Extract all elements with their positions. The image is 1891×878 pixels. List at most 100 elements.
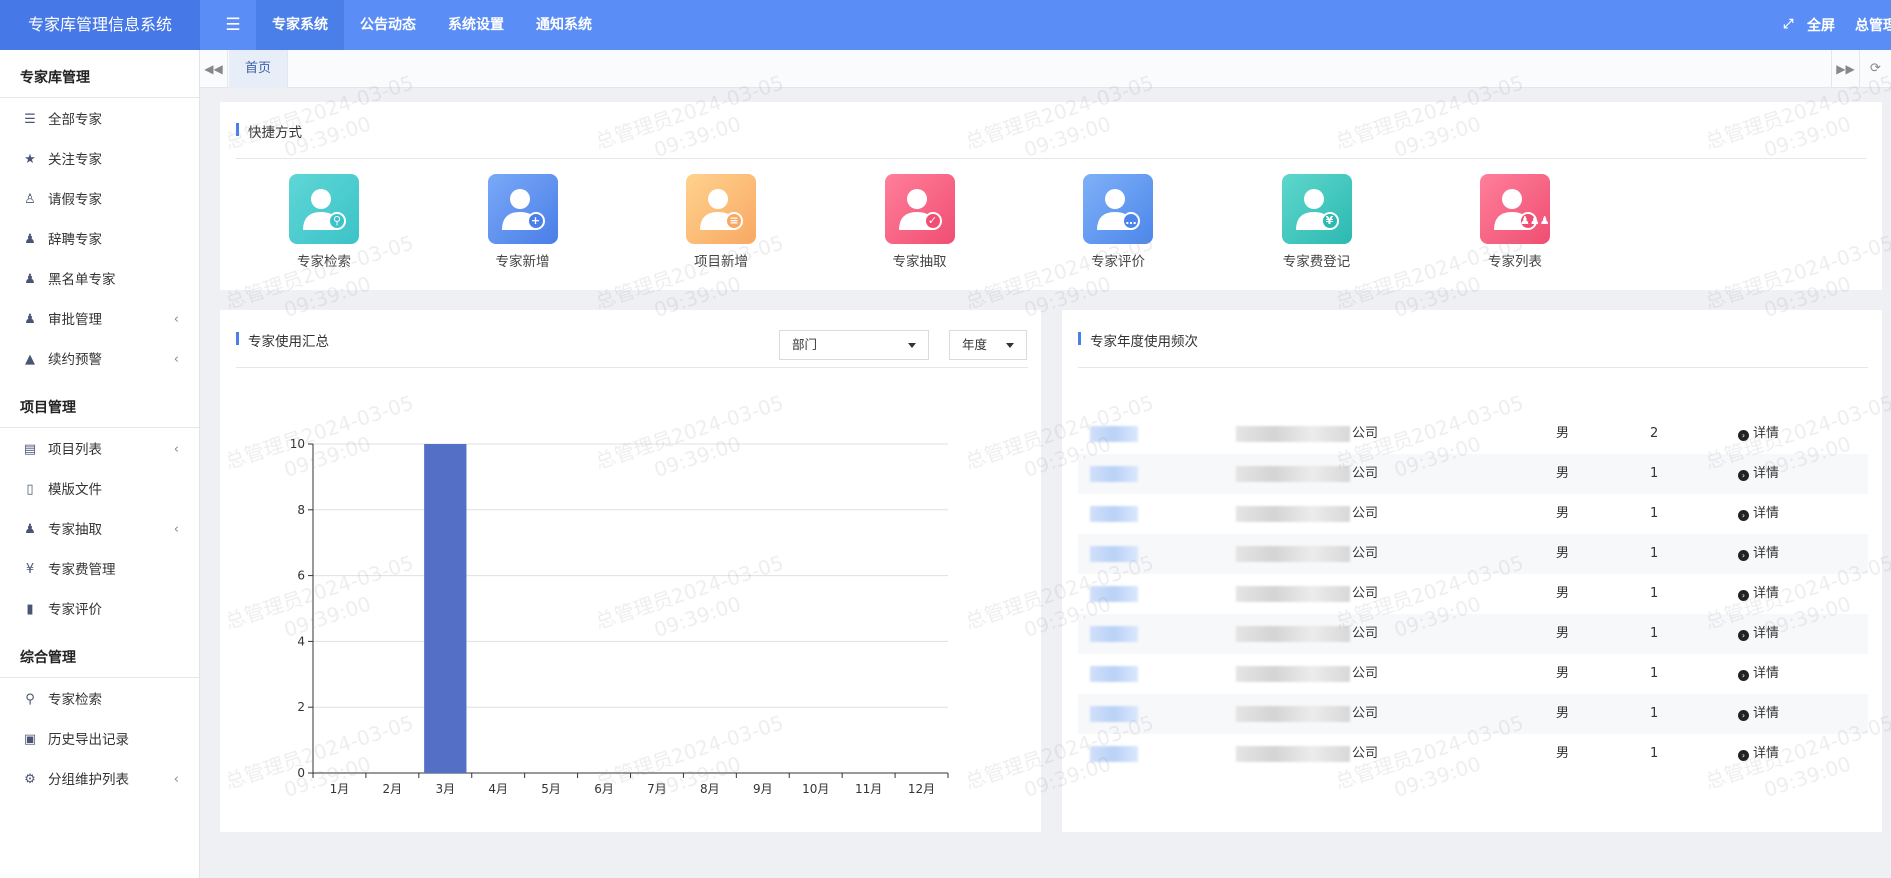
company-suffix: 公司 bbox=[1352, 506, 1379, 521]
chevron-circle-icon: › bbox=[1738, 750, 1749, 761]
x-tick-label: 10月 bbox=[802, 782, 829, 796]
redacted-company bbox=[1236, 666, 1350, 682]
sidebar-item[interactable]: ☰ 全部专家 bbox=[0, 100, 199, 140]
star-icon: ★ bbox=[24, 152, 36, 167]
warning-icon: ▲ bbox=[25, 352, 35, 367]
fullscreen-label: 全屏 bbox=[1807, 18, 1835, 34]
gender-cell: 男 bbox=[1556, 546, 1570, 561]
x-tick-label: 4月 bbox=[488, 782, 508, 796]
project-add-icon: ≡ bbox=[686, 174, 756, 244]
detail-link[interactable]: › 详情 bbox=[1738, 614, 1779, 654]
sidebar-item[interactable]: ▤ 项目列表 ‹ bbox=[0, 430, 199, 470]
shortcut-item[interactable]: ⚲ 专家检索 bbox=[264, 174, 384, 270]
sidebar-item[interactable]: ♙ 请假专家 bbox=[0, 180, 199, 220]
tab-bar: ◀◀ 首页 ▶▶ ⟳ bbox=[200, 50, 1891, 88]
chevron-circle-icon: › bbox=[1738, 630, 1749, 641]
shortcut-item[interactable]: ≡ 项目新增 bbox=[661, 174, 781, 270]
shortcut-item[interactable]: … 专家评价 bbox=[1058, 174, 1178, 270]
detail-link[interactable]: › 详情 bbox=[1738, 534, 1779, 574]
fullscreen-button[interactable]: ⤢ 全屏 bbox=[1783, 15, 1835, 35]
sidebar-item[interactable]: ♟ 专家抽取 ‹ bbox=[0, 510, 199, 550]
redacted-company bbox=[1236, 426, 1350, 442]
shortcut-badge-icon: + bbox=[530, 214, 541, 227]
sidebar-item[interactable]: ▮ 专家评价 bbox=[0, 590, 199, 630]
fullscreen-icon: ⤢ bbox=[1783, 17, 1794, 32]
detail-link[interactable]: › 详情 bbox=[1738, 494, 1779, 534]
chevron-circle-icon: › bbox=[1738, 710, 1749, 721]
shortcut-badge-icon: ⚲ bbox=[332, 214, 342, 227]
refresh-icon[interactable]: ⟳ bbox=[1859, 50, 1891, 88]
shortcut-label: 项目新增 bbox=[694, 254, 748, 270]
expert-add-icon: + bbox=[487, 174, 558, 244]
sidebar-item-label: 历史导出记录 bbox=[48, 732, 129, 748]
user-outline-icon: ♙ bbox=[24, 192, 36, 207]
sidebar-item-label: 请假专家 bbox=[48, 192, 102, 208]
sidebar-item[interactable]: ♟ 辞聘专家 bbox=[0, 220, 199, 260]
detail-label: 详情 bbox=[1753, 466, 1780, 481]
sidebar-item[interactable]: ♟ 审批管理 ‹ bbox=[0, 300, 199, 340]
user-block-icon: ♟ bbox=[24, 272, 36, 287]
dept-select[interactable]: 部门 bbox=[779, 330, 929, 360]
user-menu[interactable]: 总管理 bbox=[1855, 15, 1891, 35]
sidebar-item[interactable]: ⚙ 分组维护列表 ‹ bbox=[0, 760, 199, 800]
tab-scroll-left-icon[interactable]: ◀◀ bbox=[200, 50, 228, 88]
chevron-circle-icon: › bbox=[1738, 470, 1749, 481]
year-select[interactable]: 年度 bbox=[949, 330, 1027, 360]
shortcut-item[interactable]: ✓ 专家抽取 bbox=[860, 174, 980, 270]
divider bbox=[236, 158, 1866, 159]
x-tick-label: 1月 bbox=[330, 782, 350, 796]
sidebar-item[interactable]: ♟ 黑名单专家 bbox=[0, 260, 199, 300]
sidebar-item[interactable]: ▲ 续约预警 ‹ bbox=[0, 340, 199, 380]
menu-toggle-icon[interactable]: ☰ bbox=[222, 14, 244, 36]
count-cell: 1 bbox=[1650, 506, 1659, 521]
shortcut-label: 专家新增 bbox=[495, 254, 550, 270]
table-row: 公司 男 1 › 详情 bbox=[1078, 734, 1868, 774]
redacted-name bbox=[1090, 546, 1138, 562]
shortcut-badge-icon: ✓ bbox=[927, 214, 938, 227]
tab-home[interactable]: 首页 bbox=[229, 50, 289, 88]
sidebar-item[interactable]: ⚲ 专家检索 bbox=[0, 680, 199, 720]
sidebar-item[interactable]: ★ 关注专家 bbox=[0, 140, 199, 180]
gear-icon: ⚙ bbox=[24, 772, 36, 787]
shortcut-label: 专家费登记 bbox=[1282, 254, 1351, 270]
redacted-name bbox=[1090, 466, 1138, 482]
table-row: 公司 男 2 › 详情 bbox=[1078, 414, 1868, 454]
count-cell: 1 bbox=[1650, 546, 1659, 561]
shortcut-item[interactable]: ¥ 专家费登记 bbox=[1257, 174, 1377, 270]
gender-cell: 男 bbox=[1556, 466, 1570, 481]
tab-scroll-right-icon[interactable]: ▶▶ bbox=[1831, 50, 1859, 88]
redacted-name bbox=[1090, 706, 1138, 722]
sidebar-item-label: 项目列表 bbox=[48, 442, 102, 458]
redacted-company bbox=[1236, 546, 1350, 562]
detail-link[interactable]: › 详情 bbox=[1738, 574, 1779, 614]
table-row: 公司 男 1 › 详情 bbox=[1078, 494, 1868, 534]
detail-link[interactable]: › 详情 bbox=[1738, 694, 1779, 734]
topnav-item[interactable]: 通知系统 bbox=[520, 0, 608, 50]
gender-cell: 男 bbox=[1556, 586, 1570, 601]
detail-link[interactable]: › 详情 bbox=[1738, 654, 1779, 694]
bookmark-icon: ▮ bbox=[26, 602, 34, 617]
detail-link[interactable]: › 详情 bbox=[1738, 734, 1779, 774]
sidebar-section-title: 综合管理 bbox=[0, 638, 199, 678]
sidebar-item-label: 续约预警 bbox=[48, 352, 102, 368]
sidebar-item-label: 辞聘专家 bbox=[48, 232, 102, 248]
export-record-icon: ▣ bbox=[23, 732, 37, 747]
sidebar-item[interactable]: ¥ 专家费管理 bbox=[0, 550, 199, 590]
redacted-company bbox=[1236, 466, 1350, 482]
shortcut-item[interactable]: + 专家新增 bbox=[463, 174, 583, 270]
topnav-item[interactable]: 专家系统 bbox=[256, 0, 344, 50]
x-tick-label: 7月 bbox=[647, 782, 667, 796]
sidebar-item[interactable]: ▣ 历史导出记录 bbox=[0, 720, 199, 760]
shortcut-badge-icon: ≡ bbox=[729, 214, 739, 227]
shortcut-item[interactable]: ♟♟♟ 专家列表 bbox=[1455, 174, 1575, 270]
detail-link[interactable]: › 详情 bbox=[1738, 454, 1779, 494]
sidebar-item-label: 分组维护列表 bbox=[48, 772, 129, 788]
detail-link[interactable]: › 详情 bbox=[1738, 414, 1779, 454]
x-tick-label: 12月 bbox=[908, 782, 935, 796]
sidebar-item[interactable]: ▯ 模版文件 bbox=[0, 470, 199, 510]
expert-search-icon: ⚲ bbox=[289, 174, 359, 244]
sidebar-item-label: 专家检索 bbox=[48, 692, 102, 708]
topnav-item[interactable]: 公告动态 bbox=[344, 0, 432, 50]
sidebar-item-label: 关注专家 bbox=[48, 152, 102, 168]
topnav-item[interactable]: 系统设置 bbox=[432, 0, 520, 50]
